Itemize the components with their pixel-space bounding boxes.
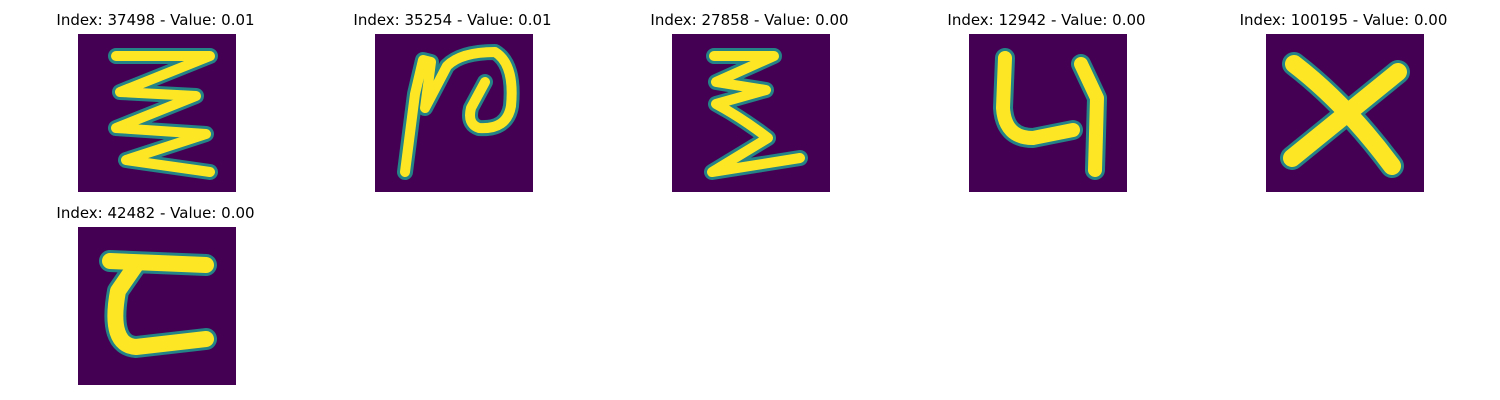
- panel-title: Index: 12942 - Value: 0.00: [947, 11, 1146, 29]
- panel-title: Index: 35254 - Value: 0.01: [353, 11, 552, 29]
- glyph-image: [78, 227, 236, 385]
- panel-title: Index: 42482 - Value: 0.00: [56, 204, 255, 222]
- glyph-bracket-c: [99, 250, 217, 358]
- glyph-looped-n: [397, 44, 520, 180]
- glyph-image: [375, 34, 533, 192]
- sample-panel-1: Index: 37498 - Value: 0.01: [7, 10, 304, 200]
- glyph-sigma: [704, 48, 808, 180]
- sample-panel-5: Index: 100195 - Value: 0.00: [1195, 10, 1492, 200]
- glyph-zigzag-z: [108, 48, 218, 180]
- sample-panel-3: Index: 27858 - Value: 0.00: [601, 10, 898, 200]
- sample-panel-4: Index: 12942 - Value: 0.00: [898, 10, 1195, 200]
- panel-title: Index: 100195 - Value: 0.00: [1239, 11, 1448, 29]
- glyph-image: [672, 34, 830, 192]
- sample-panel-2: Index: 35254 - Value: 0.01: [304, 10, 601, 200]
- glyph-x: [1280, 52, 1410, 178]
- glyph-image: [1266, 34, 1424, 192]
- glyph-image: [78, 34, 236, 192]
- glyph-image: [969, 34, 1127, 192]
- glyph-four-shape: [993, 48, 1107, 180]
- sample-panel-6: Index: 42482 - Value: 0.00: [7, 203, 304, 393]
- panel-title: Index: 27858 - Value: 0.00: [650, 11, 849, 29]
- panel-title: Index: 37498 - Value: 0.01: [56, 11, 255, 29]
